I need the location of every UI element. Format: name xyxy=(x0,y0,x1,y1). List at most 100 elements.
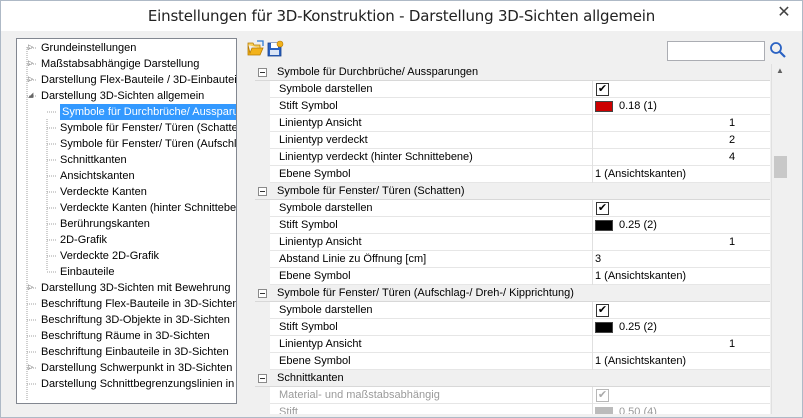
tree-item[interactable]: Symbole für Durchbrüche/ Aussparungen xyxy=(60,104,236,120)
column-divider[interactable] xyxy=(592,387,593,404)
property-row[interactable]: Linientyp Ansicht 1 xyxy=(255,234,770,251)
tree-item[interactable]: Beschriftung Räume in 3D-Sichten xyxy=(41,328,210,344)
property-row[interactable]: Symbole darstellen ✔ xyxy=(255,200,770,217)
pen-value[interactable]: 0.25 (2) xyxy=(619,321,657,333)
tree-item[interactable]: ▷ Grundeinstellungen xyxy=(28,40,136,56)
checkbox[interactable]: ✔ xyxy=(596,83,609,96)
column-divider[interactable] xyxy=(592,115,593,132)
grid-section-header[interactable]: Symbole für Durchbrüche/ Aussparungen xyxy=(255,64,770,81)
column-divider[interactable] xyxy=(592,336,593,353)
tree-horizontal-scrollbar[interactable] xyxy=(16,404,237,418)
pen-value[interactable]: 0.25 (2) xyxy=(619,219,657,231)
property-row[interactable]: Material- und maßstabsabhängig ✔ xyxy=(255,387,770,404)
column-divider[interactable] xyxy=(592,149,593,166)
checkbox[interactable]: ✔ xyxy=(596,389,609,402)
tree-item[interactable]: Schnittkanten xyxy=(60,152,127,168)
column-divider[interactable] xyxy=(592,251,593,268)
scroll-up-arrow-icon[interactable]: ▲ xyxy=(776,66,784,75)
property-row[interactable]: Stift Symbol 0.25 (2) xyxy=(255,319,770,336)
tree-item[interactable]: ◢ Darstellung 3D-Sichten allgemein xyxy=(28,88,204,104)
property-row[interactable]: Abstand Linie zu Öffnung [cm] 3 xyxy=(255,251,770,268)
tree-expand-arrow-icon[interactable]: ▷ xyxy=(28,72,38,88)
collapse-toggle-icon[interactable] xyxy=(258,68,267,77)
collapse-toggle-icon[interactable] xyxy=(258,374,267,383)
tree-item[interactable]: Symbole für Fenster/ Türen (Schatten) xyxy=(60,120,236,136)
tree-item[interactable]: Verdeckte Kanten xyxy=(60,184,147,200)
folder-open-icon[interactable] xyxy=(247,40,265,58)
property-value[interactable]: 1 (Ansichtskanten) xyxy=(595,168,686,180)
column-divider[interactable] xyxy=(592,302,593,319)
column-divider[interactable] xyxy=(592,353,593,370)
column-divider[interactable] xyxy=(592,81,593,98)
linetype-number[interactable]: 2 xyxy=(729,134,735,146)
grid-section-header[interactable]: Symbole für Fenster/ Türen (Schatten) xyxy=(255,183,770,200)
grid-vertical-scrollbar[interactable]: ▲ xyxy=(771,64,788,414)
scrollbar-thumb[interactable] xyxy=(774,156,787,178)
tree-item[interactable]: Verdeckte 2D-Grafik xyxy=(60,248,159,264)
property-row[interactable]: Linientyp Ansicht 1 xyxy=(255,336,770,353)
search-icon[interactable] xyxy=(769,40,787,60)
tree-item[interactable]: ▷ Darstellung 3D-Sichten mit Bewehrung xyxy=(28,280,231,296)
tree-item[interactable]: Beschriftung Flex-Bauteile in 3D-Sichten xyxy=(41,296,236,312)
pen-value[interactable]: 0.18 (1) xyxy=(619,100,657,112)
property-value[interactable]: 1 (Ansichtskanten) xyxy=(595,270,686,282)
property-value[interactable]: 1 (Ansichtskanten) xyxy=(595,355,686,367)
column-divider[interactable] xyxy=(592,166,593,183)
linetype-number[interactable]: 1 xyxy=(729,117,735,129)
tree-item[interactable]: Beschriftung Einbauteile in 3D-Sichten xyxy=(41,344,229,360)
column-divider[interactable] xyxy=(592,234,593,251)
tree-expand-arrow-icon[interactable]: ▷ xyxy=(28,56,38,72)
property-row[interactable]: Ebene Symbol 1 (Ansichtskanten) xyxy=(255,353,770,370)
tree-item[interactable]: Ansichtskanten xyxy=(60,168,135,184)
collapse-toggle-icon[interactable] xyxy=(258,289,267,298)
tree-collapse-arrow-icon[interactable]: ◢ xyxy=(28,88,38,104)
tree-item[interactable]: Darstellung Schnittbegrenzungslinien in … xyxy=(41,376,236,392)
column-divider[interactable] xyxy=(592,217,593,234)
pen-color-swatch[interactable] xyxy=(595,407,613,414)
tree-item[interactable]: Verdeckte Kanten (hinter Schnittebene) xyxy=(60,200,236,216)
collapse-toggle-icon[interactable] xyxy=(258,187,267,196)
pen-color-swatch[interactable] xyxy=(595,322,613,333)
property-row[interactable]: Linientyp verdeckt 2 xyxy=(255,132,770,149)
property-row[interactable]: Symbole darstellen ✔ xyxy=(255,302,770,319)
close-button[interactable]: ✕ xyxy=(772,3,796,23)
property-row[interactable]: Symbole darstellen ✔ xyxy=(255,81,770,98)
pen-color-swatch[interactable] xyxy=(595,101,613,112)
property-row[interactable]: Ebene Symbol 1 (Ansichtskanten) xyxy=(255,166,770,183)
column-divider[interactable] xyxy=(592,268,593,285)
checkbox[interactable]: ✔ xyxy=(596,304,609,317)
tree-expand-arrow-icon[interactable]: ▷ xyxy=(28,40,38,56)
tree-item[interactable]: ▷ Maßstabsabhängige Darstellung xyxy=(28,56,199,72)
column-divider[interactable] xyxy=(592,404,593,414)
settings-tree[interactable]: ▷ Grundeinstellungen ▷ Maßstabsabhängige Da… xyxy=(16,38,237,404)
tree-item[interactable]: ▷ Darstellung Flex-Bauteile / 3D-Einbaute… xyxy=(28,72,236,88)
column-divider[interactable] xyxy=(592,200,593,217)
title-bar[interactable]: Einstellungen für 3D-Konstruktion - Dars… xyxy=(1,1,802,31)
column-divider[interactable] xyxy=(592,132,593,149)
tree-expand-arrow-icon[interactable]: ▷ xyxy=(28,360,38,376)
column-divider[interactable] xyxy=(592,98,593,115)
linetype-number[interactable]: 1 xyxy=(729,236,735,248)
linetype-number[interactable]: 4 xyxy=(729,151,735,163)
property-row[interactable]: Linientyp Ansicht 1 xyxy=(255,115,770,132)
property-row[interactable]: Stift 0.50 (4) xyxy=(255,404,770,414)
grid-section-header[interactable]: Symbole für Fenster/ Türen (Aufschlag-/ … xyxy=(255,285,770,302)
grid-section-header[interactable]: Schnittkanten xyxy=(255,370,770,387)
save-icon[interactable] xyxy=(266,40,284,58)
tree-item[interactable]: Beschriftung 3D-Objekte in 3D-Sichten xyxy=(41,312,230,328)
property-value[interactable]: 3 xyxy=(595,253,601,265)
property-row[interactable]: Linientyp verdeckt (hinter Schnittebene)… xyxy=(255,149,770,166)
pen-color-swatch[interactable] xyxy=(595,220,613,231)
linetype-number[interactable]: 1 xyxy=(729,338,735,350)
property-row[interactable]: Stift Symbol 0.18 (1) xyxy=(255,98,770,115)
pen-value[interactable]: 0.50 (4) xyxy=(619,406,657,414)
tree-expand-arrow-icon[interactable]: ▷ xyxy=(28,280,38,296)
property-row[interactable]: Stift Symbol 0.25 (2) xyxy=(255,217,770,234)
search-input[interactable] xyxy=(667,41,765,61)
tree-item[interactable]: 2D-Grafik xyxy=(60,232,107,248)
tree-item[interactable]: Berührungskanten xyxy=(60,216,150,232)
checkbox[interactable]: ✔ xyxy=(596,202,609,215)
tree-item[interactable]: Einbauteile xyxy=(60,264,114,280)
tree-item[interactable]: ▷ Darstellung Schwerpunkt in 3D-Sichten xyxy=(28,360,232,376)
column-divider[interactable] xyxy=(592,319,593,336)
